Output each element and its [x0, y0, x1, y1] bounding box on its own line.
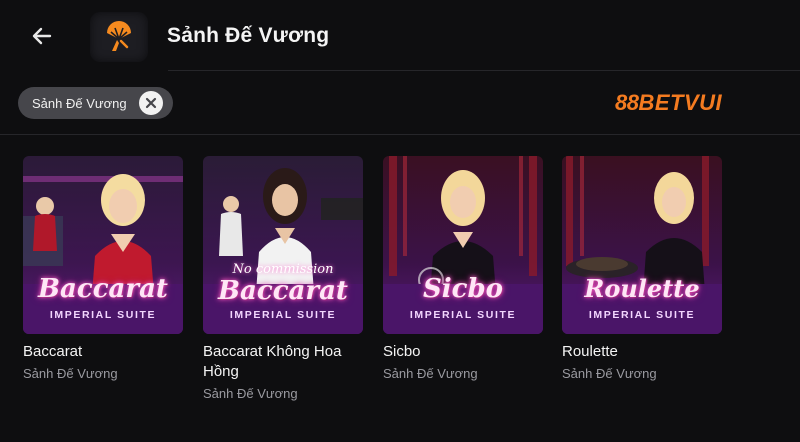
game-thumbnail[interactable]: Baccarat IMPERIAL SUITE [23, 156, 183, 334]
filter-chip-label: Sảnh Đế Vương [32, 95, 127, 111]
dealer-image [203, 156, 363, 334]
game-lobby: Sảnh Đế Vương [383, 366, 478, 381]
game-lobby: Sảnh Đế Vương [203, 386, 298, 401]
game-grid: Baccarat IMPERIAL SUITE Baccarat Sảnh Đế… [23, 156, 783, 416]
filter-divider [0, 134, 800, 135]
game-card-baccarat-no-commission[interactable]: No commission Baccarat IMPERIAL SUITE Ba… [203, 156, 363, 402]
game-lobby: Sảnh Đế Vương [23, 366, 118, 381]
thumb-subtitle: No commission [232, 262, 334, 277]
game-name[interactable]: Sicbo [383, 342, 543, 362]
game-lobby: Sảnh Đế Vương [562, 366, 657, 381]
filter-chip[interactable]: Sảnh Đế Vương [18, 87, 173, 119]
brand-number: 88 [615, 90, 639, 115]
lobby-logo [90, 12, 148, 62]
fan-lobby-icon [107, 21, 131, 51]
game-thumbnail[interactable]: No commission Baccarat IMPERIAL SUITE [203, 156, 363, 334]
game-name[interactable]: Baccarat [23, 342, 183, 362]
page-title: Sảnh Đế Vương [167, 24, 330, 47]
arrow-left-icon [32, 27, 52, 45]
game-card-baccarat[interactable]: Baccarat IMPERIAL SUITE Baccarat Sảnh Đế… [23, 156, 183, 382]
back-button[interactable] [28, 22, 56, 50]
thumb-suite: IMPERIAL SUITE [49, 309, 157, 321]
thumb-title: Roulette [584, 274, 700, 303]
thumb-suite: IMPERIAL SUITE [229, 309, 337, 321]
game-name[interactable]: Roulette [562, 342, 722, 362]
brand-logo: 88 BETVUI [615, 89, 722, 117]
chip-close-button[interactable] [138, 91, 163, 115]
thumb-suite: IMPERIAL SUITE [588, 309, 696, 321]
thumb-title: Sicbo [422, 274, 503, 304]
game-card-sicbo[interactable]: Sicbo IMPERIAL SUITE Sicbo Sảnh Đế Vương [383, 156, 543, 382]
game-thumbnail[interactable]: Sicbo IMPERIAL SUITE [383, 156, 543, 334]
dealer-image [383, 156, 543, 334]
filter-bar: Sảnh Đế Vương 88 BETVUI [0, 72, 800, 136]
brand-text: BETVUI [638, 90, 723, 115]
header: Sảnh Đế Vương [0, 0, 800, 72]
thumb-title: Baccarat [218, 276, 348, 306]
dealer-image [562, 156, 722, 334]
game-thumbnail[interactable]: Roulette IMPERIAL SUITE [562, 156, 722, 334]
game-card-roulette[interactable]: Roulette IMPERIAL SUITE Roulette Sảnh Đế… [562, 156, 722, 382]
header-divider [168, 70, 800, 71]
dealer-image [23, 156, 183, 334]
thumb-title: Baccarat [38, 274, 168, 304]
game-name[interactable]: Baccarat Không Hoa Hồng [203, 342, 363, 382]
close-icon [145, 97, 156, 109]
thumb-suite: IMPERIAL SUITE [409, 309, 517, 321]
